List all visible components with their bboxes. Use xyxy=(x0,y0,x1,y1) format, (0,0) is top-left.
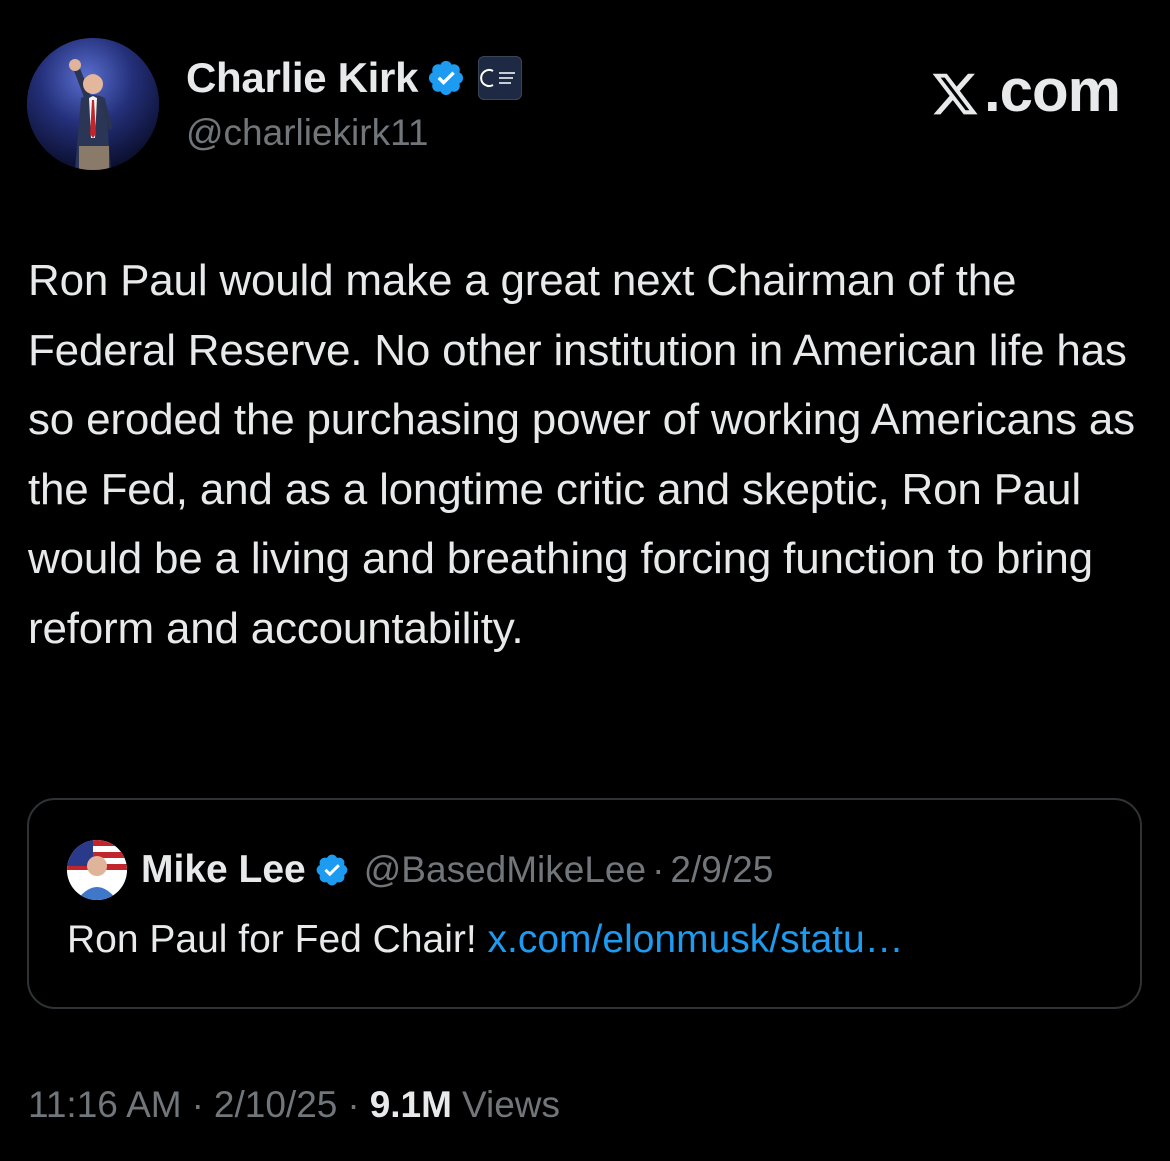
quoted-tweet-link[interactable]: x.com/elonmusk/statu… xyxy=(488,918,904,961)
affiliation-badge-icon[interactable] xyxy=(478,56,523,100)
author-avatar[interactable] xyxy=(27,38,159,170)
author-name-row: Charlie Kirk xyxy=(186,52,523,104)
quoted-tweet-header: Mike Lee @BasedMikeLee · 2/9/25 xyxy=(67,840,773,900)
quoted-verified-badge-icon xyxy=(314,852,350,888)
quoted-tweet-text-body: Ron Paul for Fed Chair! xyxy=(67,918,488,961)
x-logo-icon xyxy=(930,65,980,117)
author-name[interactable]: Charlie Kirk xyxy=(186,54,418,102)
quoted-date[interactable]: 2/9/25 xyxy=(670,849,773,891)
site-logo: .com xyxy=(930,56,1121,125)
tweet-text: Ron Paul would make a great next Chairma… xyxy=(28,256,1135,653)
views-count[interactable]: 9.1M xyxy=(370,1084,452,1126)
tweet-time[interactable]: 11:16 AM xyxy=(28,1084,182,1126)
quoted-separator: · xyxy=(652,849,665,890)
tweet-date[interactable]: 2/10/25 xyxy=(214,1084,337,1126)
site-logo-text: .com xyxy=(983,57,1121,124)
verified-badge-icon[interactable] xyxy=(426,58,466,98)
quoted-author-name[interactable]: Mike Lee xyxy=(141,848,306,892)
meta-separator: · xyxy=(347,1084,360,1125)
author-handle[interactable]: @charliekirk11 xyxy=(186,112,429,154)
views-label: Views xyxy=(461,1084,560,1125)
meta-separator: · xyxy=(191,1084,204,1125)
quoted-author-handle[interactable]: @BasedMikeLee xyxy=(364,849,646,891)
quoted-tweet-text: Ron Paul for Fed Chair! x.com/elonmusk/s… xyxy=(67,918,904,962)
quoted-tweet-card[interactable]: Mike Lee @BasedMikeLee · 2/9/25 Ron Paul… xyxy=(27,798,1142,1009)
quoted-author-avatar[interactable] xyxy=(67,840,127,900)
tweet-meta: 11:16 AM · 2/10/25 · 9.1M Views xyxy=(28,1084,560,1126)
avatar-photo xyxy=(27,38,159,170)
